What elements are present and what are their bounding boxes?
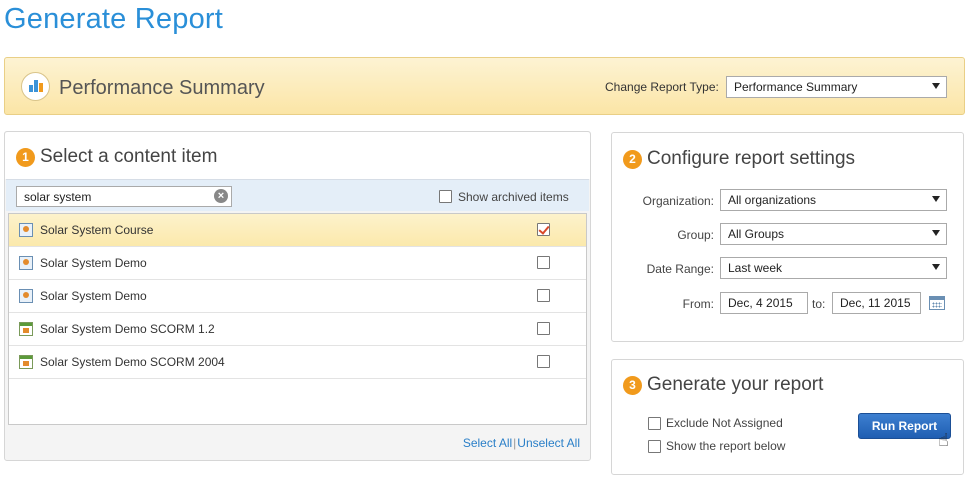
list-item-name: Solar System Demo <box>40 256 147 270</box>
list-item-name: Solar System Demo SCORM 2004 <box>40 355 225 369</box>
settings-panel: 2 Configure report settings Organization… <box>611 132 964 342</box>
step-number: 1 <box>16 148 35 167</box>
date-range-select-value: Last week <box>728 261 783 275</box>
calendar-icon[interactable] <box>929 296 945 310</box>
item-checkbox[interactable] <box>537 322 550 335</box>
report-type-title: Performance Summary <box>59 77 265 99</box>
list-item-name: Solar System Course <box>40 223 154 237</box>
chevron-down-icon <box>932 264 940 270</box>
filter-bar: solar system × Show archived items <box>6 179 589 211</box>
bar-chart-icon <box>21 72 50 101</box>
generate-panel: 3 Generate your report Exclude Not Assig… <box>611 359 964 475</box>
select-all-link[interactable]: Select All <box>463 436 512 450</box>
date-range-label: Date Range: <box>646 262 714 276</box>
chevron-down-icon <box>932 83 940 89</box>
course-icon <box>19 223 33 237</box>
item-checkbox[interactable] <box>537 355 550 368</box>
search-input[interactable]: solar system × <box>16 186 232 207</box>
from-date-input[interactable]: Dec, 4 2015 <box>720 292 808 314</box>
list-item[interactable]: Solar System Demo SCORM 1.2 <box>9 313 586 346</box>
to-date-input[interactable]: Dec, 11 2015 <box>832 292 921 314</box>
unselect-all-link[interactable]: Unselect All <box>517 436 580 450</box>
selection-links: Select All|Unselect All <box>463 436 580 450</box>
item-checkbox[interactable] <box>537 256 550 269</box>
date-range-select[interactable]: Last week <box>720 257 947 279</box>
show-archived-checkbox[interactable] <box>439 190 452 203</box>
page-title: Generate Report <box>4 3 224 35</box>
search-input-value: solar system <box>24 190 92 204</box>
settings-panel-title: Configure report settings <box>647 148 856 169</box>
item-checkbox[interactable] <box>537 289 550 302</box>
group-label: Group: <box>677 228 714 242</box>
content-panel-header: 1 Select a content item <box>5 132 590 179</box>
generate-panel-title: Generate your report <box>647 374 824 395</box>
to-label: to: <box>812 297 826 311</box>
report-type-select-value: Performance Summary <box>734 80 858 94</box>
course-icon <box>19 289 33 303</box>
group-select-value: All Groups <box>728 227 785 241</box>
group-select[interactable]: All Groups <box>720 223 947 245</box>
change-report-type-label: Change Report Type: <box>605 80 719 94</box>
list-item-name: Solar System Demo SCORM 1.2 <box>40 322 215 336</box>
hand-cursor-icon: ☝ <box>938 430 949 450</box>
list-item[interactable]: Solar System Demo SCORM 2004 <box>9 346 586 379</box>
organization-select-value: All organizations <box>728 193 817 207</box>
show-report-below-checkbox[interactable] <box>648 440 661 453</box>
report-type-select[interactable]: Performance Summary <box>726 76 947 98</box>
from-label: From: <box>682 297 714 311</box>
exclude-not-assigned-label: Exclude Not Assigned <box>666 416 783 430</box>
content-list[interactable]: Solar System Course Solar System Demo So… <box>8 213 587 425</box>
item-checkbox[interactable] <box>537 223 550 236</box>
report-type-banner: Performance Summary Change Report Type: … <box>4 57 965 115</box>
step-number: 2 <box>623 150 642 169</box>
list-item[interactable]: Solar System Demo <box>9 280 586 313</box>
scorm-icon <box>19 322 33 336</box>
course-icon <box>19 256 33 270</box>
organization-label: Organization: <box>642 194 714 208</box>
content-panel-title: Select a content item <box>40 146 218 167</box>
show-archived-label: Show archived items <box>458 190 569 204</box>
show-report-below-label: Show the report below <box>666 439 786 453</box>
scorm-icon <box>19 355 33 369</box>
list-item[interactable]: Solar System Course <box>9 214 586 247</box>
list-item-name: Solar System Demo <box>40 289 147 303</box>
list-item[interactable]: Solar System Demo <box>9 247 586 280</box>
clear-search-icon[interactable]: × <box>214 189 228 203</box>
chevron-down-icon <box>932 196 940 202</box>
organization-select[interactable]: All organizations <box>720 189 947 211</box>
chevron-down-icon <box>932 230 940 236</box>
content-panel: 1 Select a content item solar system × S… <box>4 131 591 461</box>
step-number: 3 <box>623 376 642 395</box>
exclude-not-assigned-checkbox[interactable] <box>648 417 661 430</box>
